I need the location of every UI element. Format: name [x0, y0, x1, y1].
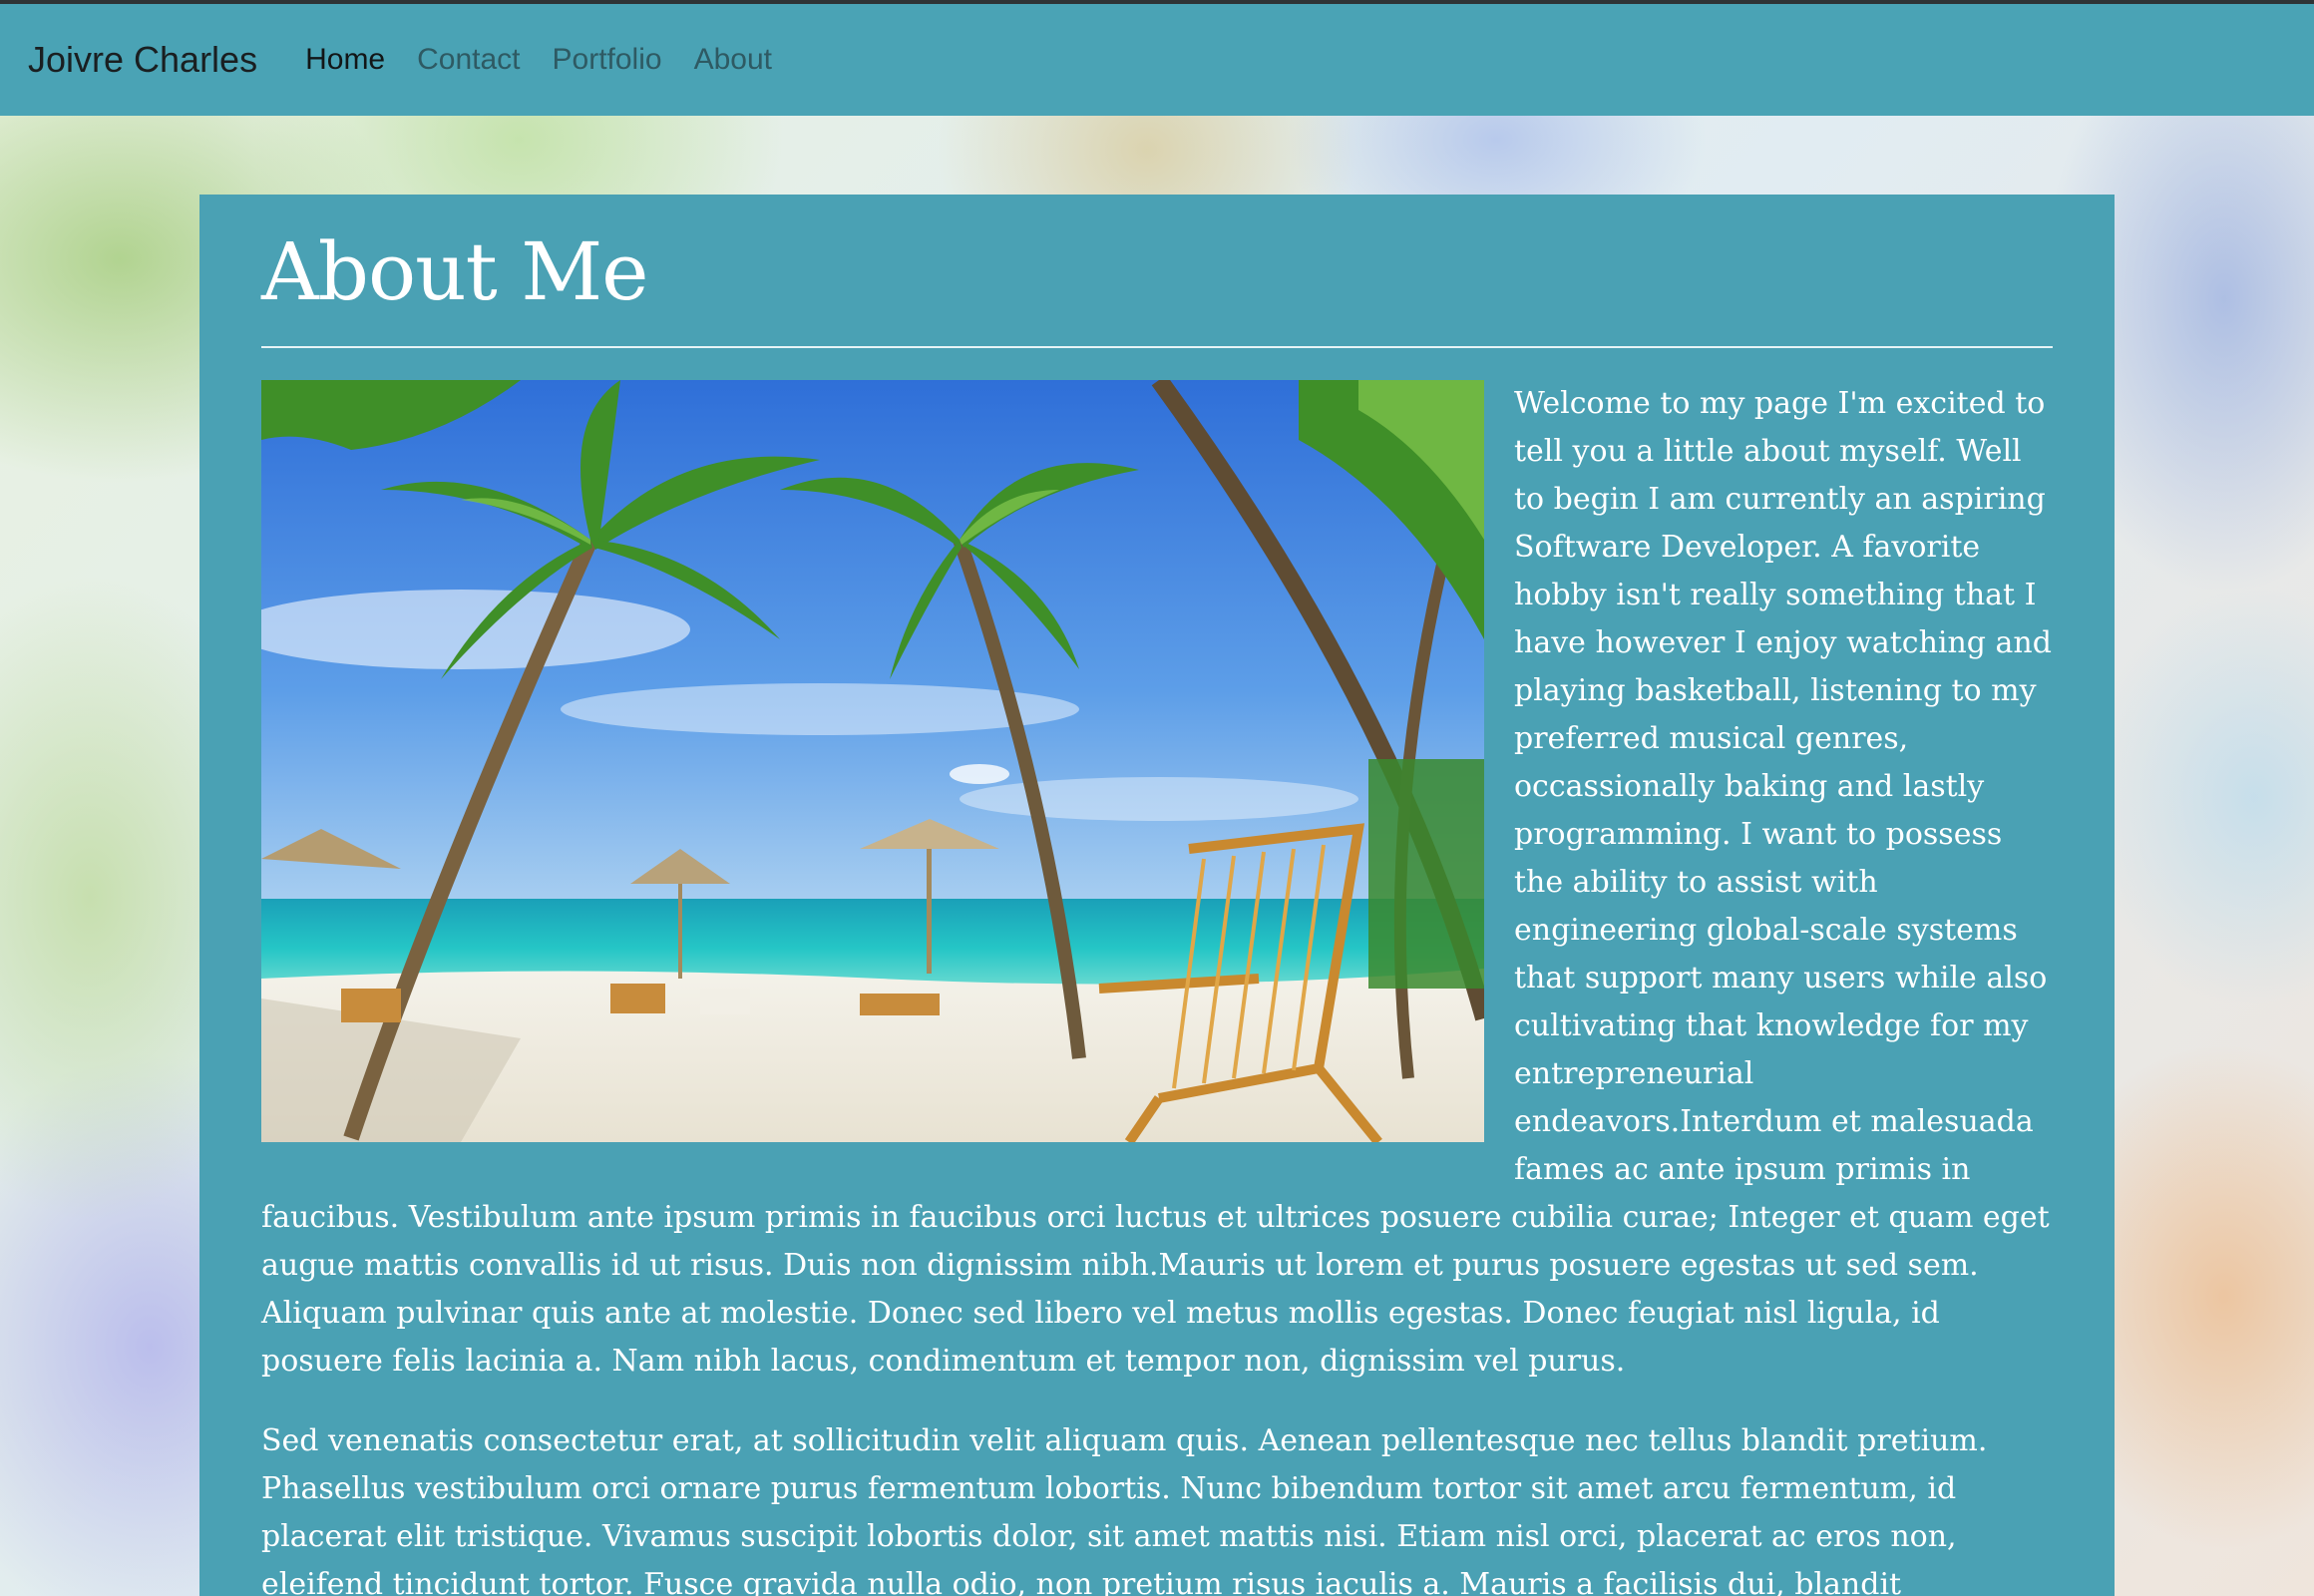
- about-content: Welcome to my page I'm excited to tell y…: [261, 380, 2053, 1596]
- nav-link-about[interactable]: About: [694, 43, 772, 77]
- beach-image: [261, 380, 1484, 1142]
- brand-link[interactable]: Joivre Charles: [28, 39, 257, 81]
- title-divider: [261, 346, 2053, 348]
- nav-link-home[interactable]: Home: [305, 43, 385, 77]
- nav-link-contact[interactable]: Contact: [417, 43, 520, 77]
- about-paragraph-2: Sed venenatis consectetur erat, at solli…: [261, 1423, 1988, 1596]
- nav-link-portfolio[interactable]: Portfolio: [553, 43, 662, 77]
- navbar: Joivre Charles Home Contact Portfolio Ab…: [0, 4, 2314, 116]
- page-title: About Me: [261, 225, 649, 318]
- about-card: About Me Welcome to my page I'm excited …: [199, 195, 2115, 1596]
